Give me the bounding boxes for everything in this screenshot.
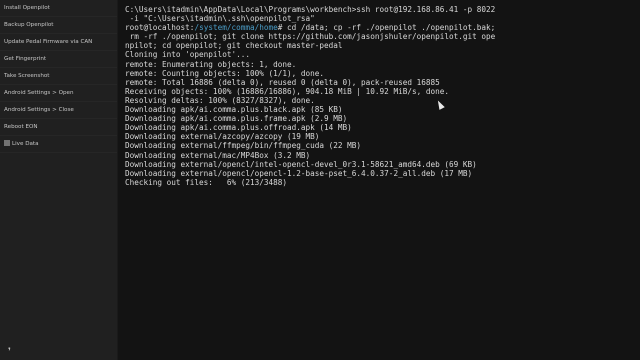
sidebar-item-live-data[interactable]: Live Data xyxy=(0,136,117,153)
sidebar-item-label: Get Fingerprint xyxy=(4,56,47,62)
sidebar-item-label: Install Openpilot xyxy=(4,5,50,11)
terminal-line: Downloading apk/ai.comma.plus.frame.apk … xyxy=(125,114,348,124)
terminal-line: Resolving deltas: 100% (8327/8327), done… xyxy=(125,95,315,105)
prompt-command: # cd /data; cp -rf ./openpilot ./openpil… xyxy=(277,23,496,33)
sidebar-item-backup-openpilot[interactable]: Backup Openpilot xyxy=(0,17,117,34)
sidebar-item-label: Update Pedal Firmware via CAN xyxy=(4,39,93,45)
sidebar-item-label: Android Settings > Open xyxy=(4,90,74,96)
terminal-line: remote: Enumerating objects: 1, done. xyxy=(125,59,297,69)
prompt-path: /system/comma/home xyxy=(194,23,278,33)
sidebar-item-android-settings-close[interactable]: Android Settings > Close xyxy=(0,102,117,119)
terminal-line: remote: Total 16886 (delta 0), reused 0 … xyxy=(125,77,440,87)
prompt-user: root@localhost: xyxy=(125,23,195,33)
list-icon xyxy=(4,140,10,146)
terminal-line: Downloading external/ffmpeg/bin/ffmpeg_c… xyxy=(125,141,362,151)
terminal-line: Downloading external/azcopy/azcopy (19 M… xyxy=(125,132,320,142)
terminal-line: Checking out files: 6% (213/3488) xyxy=(125,177,287,187)
terminal-line: rm -rf ./openpilot; git clone https://gi… xyxy=(125,32,496,42)
sidebar-item-label: Live Data xyxy=(12,141,39,147)
sidebar-item-label: Android Settings > Close xyxy=(4,107,74,113)
terminal-line: C:\Users\itadmin\AppData\Local\Programs\… xyxy=(125,5,496,14)
terminal-line: -i "C:\Users\itadmin\.ssh\openpilot_rsa" xyxy=(125,14,315,24)
terminal-line: Downloading external/opencl/opencl-1.2-b… xyxy=(125,168,473,178)
terminal-line: remote: Counting objects: 100% (1/1), do… xyxy=(125,68,325,78)
terminal-line: Cloning into 'openpilot'... xyxy=(125,50,250,60)
corner-glyph: ❜ xyxy=(8,347,11,357)
terminal-line: Downloading apk/ai.comma.plus.offroad.ap… xyxy=(125,123,352,133)
terminal-line: Downloading external/opencl/intel-opencl… xyxy=(125,159,477,169)
terminal-output[interactable]: C:\Users\itadmin\AppData\Local\Programs\… xyxy=(118,0,640,360)
terminal-line: Receiving objects: 100% (16886/16886), 9… xyxy=(125,86,449,96)
sidebar-item-label: Backup Openpilot xyxy=(4,22,54,28)
terminal-line: Downloading apk/ai.comma.plus.black.apk … xyxy=(125,105,343,115)
sidebar-item-reboot-eon[interactable]: Reboot EON xyxy=(0,119,117,136)
sidebar-item-label: Reboot EON xyxy=(4,124,38,130)
terminal-line: Downloading external/mac/MP4Box (3.2 MB) xyxy=(125,150,311,160)
sidebar-item-install-openpilot[interactable]: Install Openpilot xyxy=(0,0,117,17)
terminal-line: npilot; cd openpilot; git checkout maste… xyxy=(125,41,343,51)
sidebar: Install Openpilot Backup Openpilot Updat… xyxy=(0,0,118,360)
sidebar-item-get-fingerprint[interactable]: Get Fingerprint xyxy=(0,51,117,68)
terminal-prompt-line: root@localhost:/system/comma/home# cd /d… xyxy=(125,23,640,32)
sidebar-item-android-settings-open[interactable]: Android Settings > Open xyxy=(0,85,117,102)
sidebar-item-label: Take Screenshot xyxy=(4,73,50,79)
sidebar-item-take-screenshot[interactable]: Take Screenshot xyxy=(0,68,117,85)
sidebar-item-update-pedal-firmware[interactable]: Update Pedal Firmware via CAN xyxy=(0,34,117,51)
